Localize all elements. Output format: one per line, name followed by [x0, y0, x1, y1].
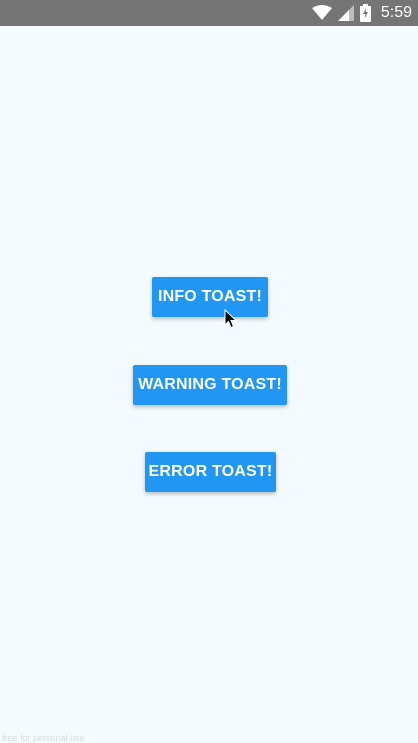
status-time: 5:59: [380, 4, 412, 21]
cell-signal-icon: [337, 5, 354, 21]
info-toast-button[interactable]: INFO TOAST!: [152, 277, 268, 317]
watermark: free for personal use: [2, 733, 85, 743]
wifi-icon: [311, 5, 332, 21]
status-icons: 5:59: [311, 0, 412, 26]
status-bar: 5:59: [0, 0, 418, 26]
mouse-pointer-icon: [224, 308, 238, 329]
battery-charging-icon: [359, 4, 371, 22]
main-content: INFO TOAST! WARNING TOAST! ERROR TOAST!: [0, 26, 418, 743]
error-toast-button[interactable]: ERROR TOAST!: [145, 452, 276, 492]
warning-toast-button[interactable]: WARNING TOAST!: [133, 365, 287, 405]
